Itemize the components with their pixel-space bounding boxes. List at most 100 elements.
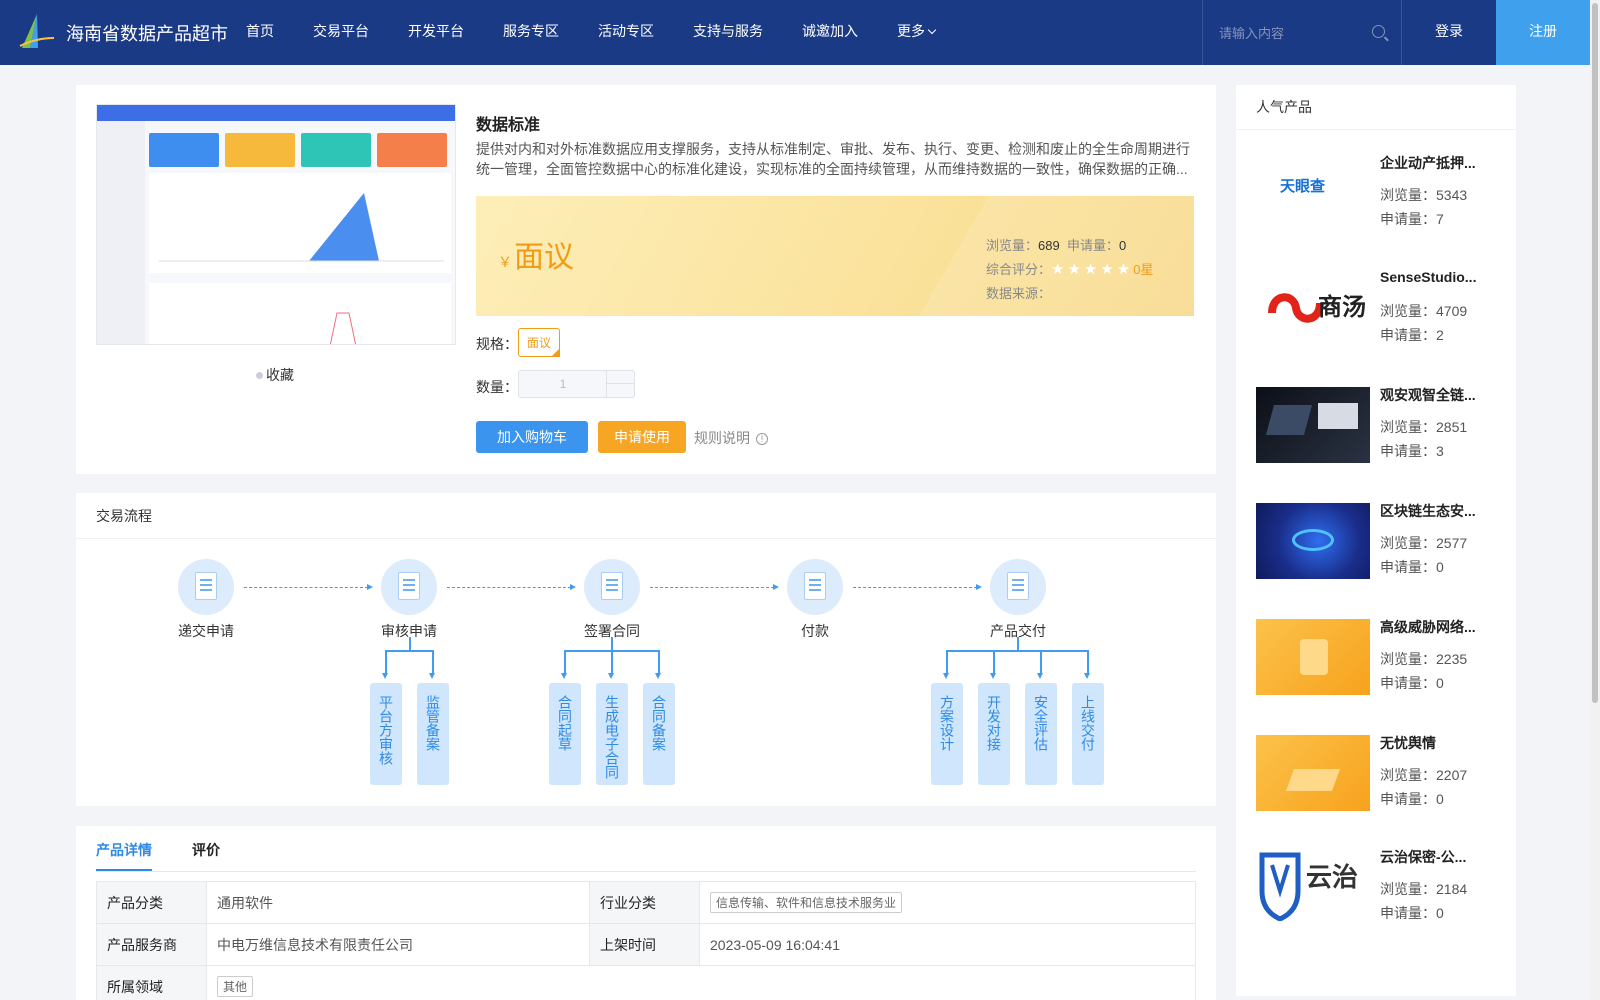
star-icon [256, 372, 263, 379]
apply-button[interactable]: 申请使用 [598, 421, 686, 453]
search-box [1202, 0, 1402, 65]
views-label: 浏览量： [1380, 187, 1436, 203]
table-key: 上架时间 [589, 923, 700, 966]
flow-step: 递交申请 [156, 559, 256, 641]
views-value: 689 [1038, 238, 1060, 253]
applies-label: 申请量： [1066, 238, 1119, 253]
views-label: 浏览量： [1380, 767, 1436, 783]
nav-dev[interactable]: 开发平台 [408, 0, 464, 65]
popular-item-name: 观安观智全链... [1380, 387, 1476, 403]
views-value: 5343 [1436, 187, 1468, 203]
nav-join[interactable]: 诚邀加入 [802, 0, 858, 65]
popular-item-name: 云治保密-公... [1380, 849, 1467, 865]
nav-more-label: 更多 [897, 23, 925, 39]
site-brand[interactable]: 海南省数据产品超市 [66, 20, 228, 46]
top-header: 海南省数据产品超市 首页 交易平台 开发平台 服务专区 活动专区 支持与服务 诚… [0, 0, 1590, 65]
views-value: 4709 [1436, 303, 1468, 319]
nav-support[interactable]: 支持与服务 [693, 0, 763, 65]
nav-trade[interactable]: 交易平台 [313, 0, 369, 65]
table-key: 行业分类 [589, 881, 700, 924]
nav-activity[interactable]: 活动专区 [598, 0, 654, 65]
popular-item-views: 浏览量：2184 [1380, 879, 1467, 899]
popular-item[interactable]: 无忧舆情 浏览量：2207 申请量：0 [1256, 735, 1496, 835]
popular-item[interactable]: 区块链生态安... 浏览量：2577 申请量：0 [1256, 503, 1496, 603]
popular-item[interactable]: 天眼查 企业动产抵押... 浏览量：5343 申请量：7 [1256, 155, 1496, 255]
views-value: 2235 [1436, 651, 1468, 667]
flow-step: 付款 [765, 559, 865, 641]
sub-step: 开发对接 [978, 683, 1010, 785]
flow-arrow [650, 584, 779, 590]
add-to-cart-button[interactable]: 加入购物车 [476, 421, 588, 453]
register-button[interactable]: 注册 [1496, 0, 1590, 65]
applies-value: 0 [1436, 905, 1444, 921]
table-value: 通用软件 [206, 881, 590, 924]
logo-text: 商汤 [1318, 294, 1366, 321]
login-button[interactable]: 登录 [1402, 0, 1496, 65]
table-value: 信息传输、软件和信息技术服务业 [699, 881, 1196, 924]
popular-item-name: 高级威胁网络... [1380, 619, 1476, 635]
rules-link[interactable]: 规则说明! [694, 428, 768, 448]
flow-step-label: 付款 [801, 623, 829, 639]
tab-product-detail[interactable]: 产品详情 [96, 840, 152, 860]
sub-step: 监管备案 [417, 683, 449, 785]
flow-step-label: 递交申请 [178, 623, 234, 639]
popular-item[interactable]: 商汤 SenseStudio... 浏览量：4709 申请量：2 [1256, 269, 1496, 371]
flow-step: 签署合同 [562, 559, 662, 641]
delivery-icon [990, 559, 1046, 615]
popular-item-applies: 申请量：0 [1380, 789, 1444, 809]
sub-step-label: 安全评估 [1033, 695, 1049, 751]
logo-text: 云治 [1306, 862, 1359, 892]
source-label: 数据来源： [986, 286, 1052, 301]
decrease-button[interactable] [606, 384, 634, 397]
table-key: 产品服务商 [96, 923, 207, 966]
site-logo-icon[interactable] [18, 12, 56, 52]
popular-item-name: SenseStudio... [1380, 269, 1477, 285]
table-row: 所属领域 其他 [96, 965, 1196, 1000]
table-value: 中电万维信息技术有限责任公司 [206, 923, 590, 966]
popular-item-views: 浏览量：2207 [1380, 765, 1467, 785]
applies-label: 申请量： [1380, 905, 1436, 921]
favorite-button[interactable]: 收藏 [256, 365, 294, 385]
sub-step: 方案设计 [931, 683, 963, 785]
popular-item[interactable]: 云治 云治保密-公... 浏览量：2184 申请量：0 [1256, 849, 1496, 949]
price-panel: ￥面议 浏览量：689 申请量：0 综合评分：★★★★★0星 数据来源： [476, 196, 1194, 316]
search-icon[interactable] [1372, 25, 1385, 38]
applies-value: 2 [1436, 327, 1444, 343]
rating-label: 综合评分： [986, 262, 1052, 277]
flow-title: 交易流程 [96, 508, 152, 524]
nav-more[interactable]: 更多 [897, 0, 937, 65]
logo-text: 天眼查 [1280, 178, 1326, 195]
currency-symbol: ￥ [498, 254, 512, 270]
applies-value: 3 [1436, 443, 1444, 459]
scrollbar-thumb[interactable] [1592, 3, 1598, 703]
product-thumbnail [1256, 619, 1370, 695]
applies-label: 申请量： [1380, 675, 1436, 691]
payment-icon [787, 559, 843, 615]
nav-home[interactable]: 首页 [246, 0, 274, 65]
rules-label: 规则说明 [694, 430, 750, 446]
popular-item[interactable]: 高级威胁网络... 浏览量：2235 申请量：0 [1256, 619, 1496, 719]
quantity-input[interactable] [519, 371, 607, 397]
tianyancha-logo: 天眼查 [1256, 155, 1370, 231]
product-thumbnail [1256, 503, 1370, 579]
popular-title: 人气产品 [1256, 99, 1312, 115]
flow-step: 产品交付 [968, 559, 1068, 641]
views-label: 浏览量： [1380, 303, 1436, 319]
spec-option[interactable]: 面议 [518, 328, 561, 357]
nav-service[interactable]: 服务专区 [503, 0, 559, 65]
popular-item[interactable]: 观安观智全链... 浏览量：2851 申请量：3 [1256, 387, 1496, 487]
sub-step-label: 平台方审核 [378, 695, 394, 765]
flow-step: 审核申请 [359, 559, 459, 641]
product-thumbnail [1256, 735, 1370, 811]
product-card: 收藏 数据标准 提供对内和对外标准数据应用支撑服务，支持从标准制定、审批、发布、… [76, 85, 1216, 474]
sensetime-logo: 商汤 [1256, 271, 1370, 347]
sub-step-label: 方案设计 [939, 695, 955, 751]
page-scrollbar[interactable] [1590, 0, 1600, 1000]
tab-reviews[interactable]: 评价 [192, 840, 220, 860]
increase-button[interactable] [606, 371, 634, 384]
popular-item-views: 浏览量：4709 [1380, 301, 1467, 321]
search-input[interactable] [1219, 22, 1369, 44]
popular-item-name: 区块链生态安... [1380, 503, 1476, 519]
applies-value: 0 [1436, 791, 1444, 807]
product-description: 提供对内和对外标准数据应用支撑服务，支持从标准制定、审批、发布、执行、变更、检测… [476, 141, 1190, 177]
